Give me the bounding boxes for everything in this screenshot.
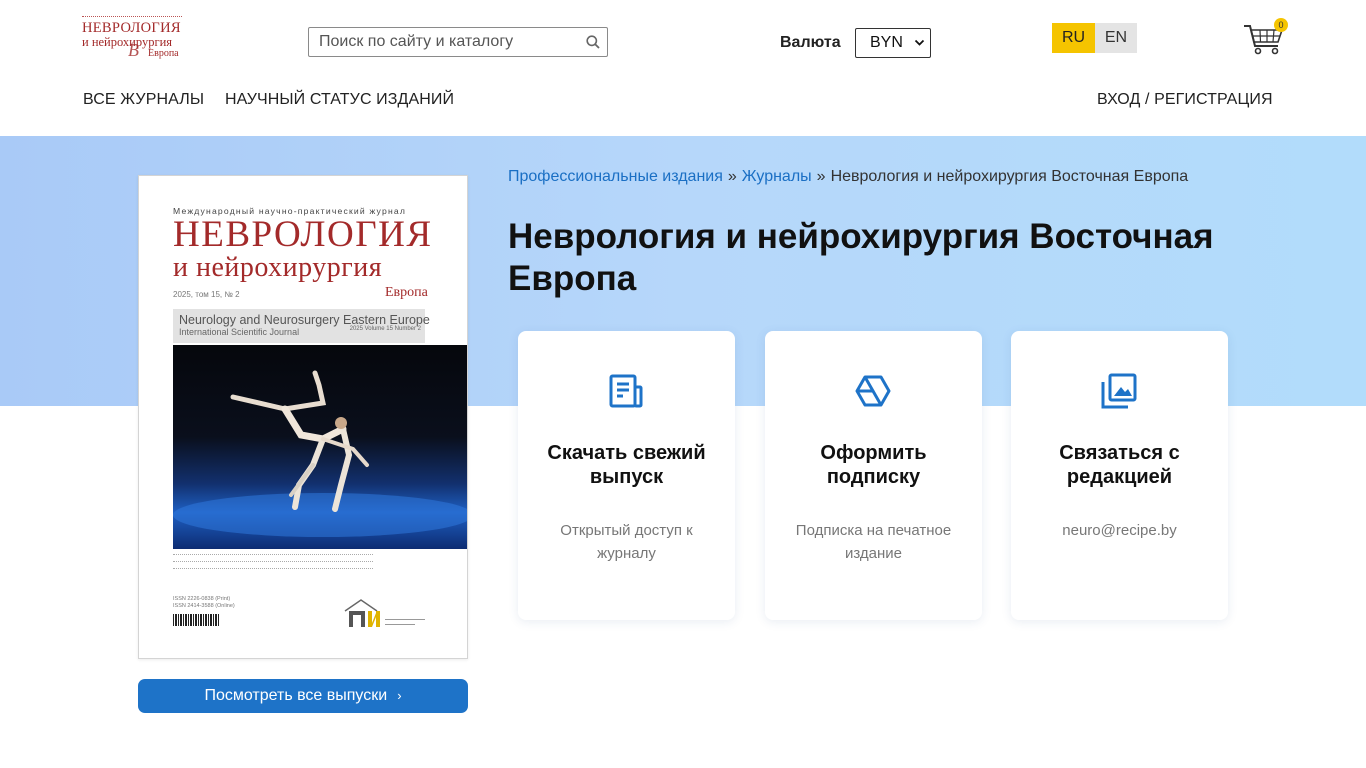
card-description[interactable]: neuro@recipe.by (1031, 519, 1208, 542)
cover-english-issue: 2025 Volume 15 Number 2 (349, 326, 421, 332)
cover-english-band: Neurology and Neurosurgery Eastern Europ… (173, 309, 430, 343)
breadcrumb-current: Неврология и нейрохирургия Восточная Евр… (830, 168, 1189, 185)
currency-select[interactable]: BYN (855, 28, 931, 58)
breadcrumb: Профессиональные издания» Журналы» Невроло… (508, 168, 1188, 186)
cover-english-subtitle: International Scientific Journal (179, 327, 300, 337)
breadcrumb-journals[interactable]: Журналы (742, 168, 812, 185)
card-download-issue[interactable]: Скачать свежий выпуск Открытый доступ к … (518, 331, 735, 620)
journal-cover[interactable]: Международный научно-практический журнал… (138, 175, 468, 659)
breadcrumb-separator: » (816, 168, 826, 185)
language-switcher: RU EN (1052, 23, 1137, 53)
cover-title-1: НЕВРОЛОГИЯ (173, 214, 433, 255)
view-all-issues-label: Посмотреть все выпуски (204, 687, 388, 704)
cover-english-title: Neurology and Neurosurgery Eastern Europ… (179, 313, 430, 327)
chevron-down-icon (914, 39, 925, 46)
card-title: Скачать свежий выпуск (547, 442, 706, 488)
card-subscribe[interactable]: Оформить подписку Подписка на печатное и… (765, 331, 982, 620)
nav-all-journals[interactable]: ВСЕ ЖУРНАЛЫ (83, 91, 204, 109)
cover-title-2: и нейрохирургия (173, 252, 383, 283)
breadcrumb-professional-editions[interactable]: Профессиональные издания (508, 168, 723, 185)
card-description: Подписка на печатное издание (795, 522, 952, 562)
card-description: Открытый доступ к журналу (560, 522, 693, 562)
lang-ru-button[interactable]: RU (1052, 23, 1095, 53)
cover-photo (173, 345, 467, 549)
card-contact-editorial[interactable]: Связаться с редакцией neuro@recipe.by (1011, 331, 1228, 620)
cover-isbn: ISSN 2226-0838 (Print) ISSN 2414-3588 (O… (173, 596, 235, 609)
cart-button[interactable]: 0 (1242, 18, 1288, 56)
page-title: Неврология и нейрохирургия Восточная Евр… (508, 217, 1214, 298)
logo-line-1: НЕВРОЛОГИЯ (82, 20, 181, 36)
search-box (308, 27, 608, 57)
site-logo[interactable]: НЕВРОЛОГИЯ и нейрохирургия В Европа (82, 16, 186, 62)
document-icon (609, 374, 643, 408)
publisher-logo (344, 599, 425, 627)
view-all-issues-button[interactable]: Посмотреть все выпуски › (138, 679, 468, 713)
nav-scientific-status[interactable]: НАУЧНЫЙ СТАТУС ИЗДАНИЙ (225, 91, 454, 109)
site-header: НЕВРОЛОГИЯ и нейрохирургия В Европа Валю… (0, 0, 1366, 136)
search-icon[interactable] (586, 35, 600, 49)
cart-count-badge: 0 (1274, 18, 1288, 32)
currency-label: Валюта (780, 34, 841, 51)
image-gallery-icon (1101, 373, 1137, 409)
currency-value: BYN (870, 34, 903, 51)
card-title: Связаться с редакцией (1059, 442, 1180, 488)
lang-en-button[interactable]: EN (1095, 23, 1137, 53)
card-title: Оформить подписку (820, 442, 927, 488)
dancers-image (173, 370, 467, 537)
cover-title-3: Европа (385, 285, 428, 300)
nav-login-register[interactable]: ВХОД / РЕГИСТРАЦИЯ (1097, 91, 1273, 109)
search-input[interactable] (309, 28, 579, 56)
cover-barcode (173, 614, 219, 626)
logo-line-3: Европа (148, 48, 179, 59)
cube-icon (855, 375, 891, 407)
chevron-right-icon: › (397, 688, 402, 703)
cover-issue: 2025, том 15, № 2 (173, 290, 240, 299)
breadcrumb-separator: » (727, 168, 737, 185)
